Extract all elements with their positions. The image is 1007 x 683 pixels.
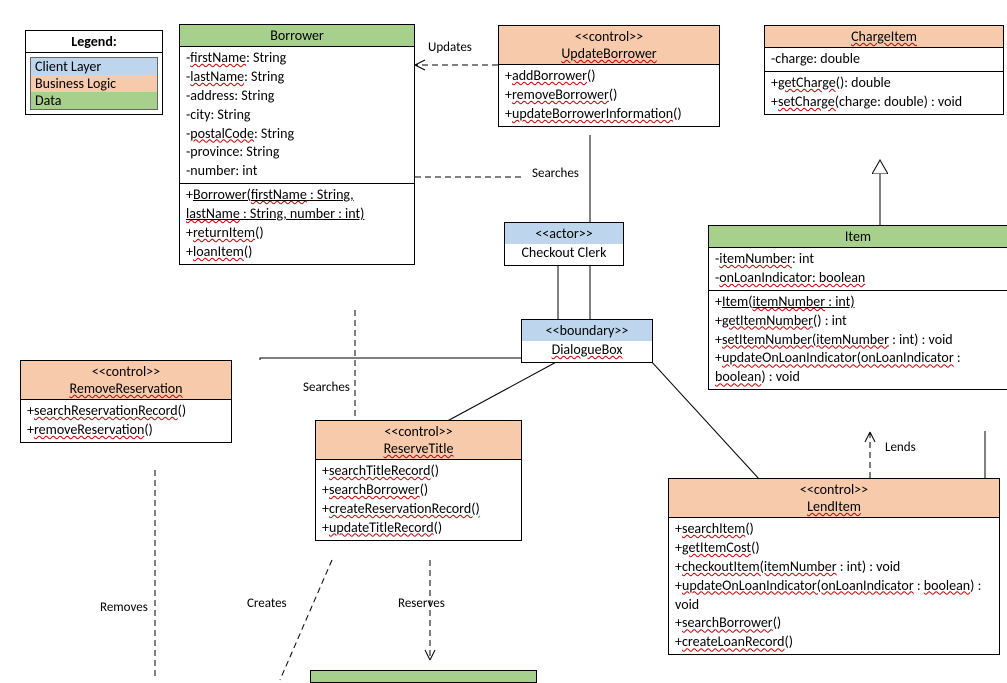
legend-title: Legend: (26, 31, 162, 53)
reserve-title-ops: +searchTitleRecord() +searchBorrower() +… (316, 460, 521, 540)
charge-item-attrs: -charge: double (765, 48, 1003, 72)
reserve-title-title: <<control>> ReserveTitle (316, 421, 521, 460)
remove-reservation-title: <<control>> RemoveReservation (21, 361, 231, 400)
update-borrower-ops: +addBorrower() +removeBorrower() +update… (499, 65, 719, 126)
legend-business: Business Logic (31, 75, 157, 92)
actor-name: Checkout Clerk (505, 244, 623, 265)
item-ops: +Item(itemNumber : int) +getItemNumber()… (709, 291, 1007, 389)
label-searches-2: Searches (303, 380, 350, 395)
label-updates: Updates (428, 40, 472, 55)
dialogue-stereo: <<boundary>> (522, 320, 652, 341)
class-charge-item: ChargeItem -charge: double +getCharge():… (764, 25, 1004, 115)
class-update-borrower: <<control>> UpdateBorrower +addBorrower(… (498, 25, 720, 127)
class-reserve-title: <<control>> ReserveTitle +searchTitleRec… (315, 420, 522, 541)
class-borrower: Borrower -firstName: String -lastName: S… (179, 24, 415, 265)
label-reserves: Reserves (398, 596, 445, 611)
legend-data: Data (31, 92, 157, 109)
label-searches-1: Searches (532, 166, 579, 181)
update-borrower-title: <<control>> UpdateBorrower (499, 26, 719, 65)
class-lend-item: <<control>> LendItem +searchItem() +getI… (668, 478, 1000, 655)
legend-client: Client Layer (31, 58, 157, 75)
charge-item-title: ChargeItem (765, 26, 1003, 48)
legend-box: Legend: Client Layer Business Logic Data (25, 30, 163, 115)
actor-checkout-clerk: <<actor>> Checkout Clerk (504, 222, 624, 266)
class-title-record-stub (310, 670, 537, 683)
label-lends: Lends (885, 440, 916, 455)
borrower-ops: +Borrower(firstName : String, lastName :… (180, 184, 414, 264)
label-removes: Removes (100, 600, 148, 615)
class-item: Item -itemNumber: int -onLoanIndicator: … (708, 225, 1007, 390)
class-dialogue-box: <<boundary>> DialogueBox (521, 319, 653, 363)
lend-item-title: <<control>> LendItem (669, 479, 999, 518)
actor-stereo: <<actor>> (505, 223, 623, 244)
item-title: Item (709, 226, 1007, 248)
borrower-title: Borrower (180, 25, 414, 47)
item-attrs: -itemNumber: int -onLoanIndicator: boole… (709, 248, 1007, 291)
charge-item-ops: +getCharge(): double +setCharge(charge: … (765, 72, 1003, 114)
borrower-attrs: -firstName: String -lastName: String -ad… (180, 47, 414, 184)
label-creates: Creates (247, 596, 287, 611)
class-remove-reservation: <<control>> RemoveReservation +searchRes… (20, 360, 232, 443)
remove-reservation-ops: +searchReservationRecord() +removeReserv… (21, 400, 231, 442)
dialogue-name: DialogueBox (522, 341, 652, 362)
lend-item-ops: +searchItem() +getItemCost() +checkoutIt… (669, 518, 999, 654)
